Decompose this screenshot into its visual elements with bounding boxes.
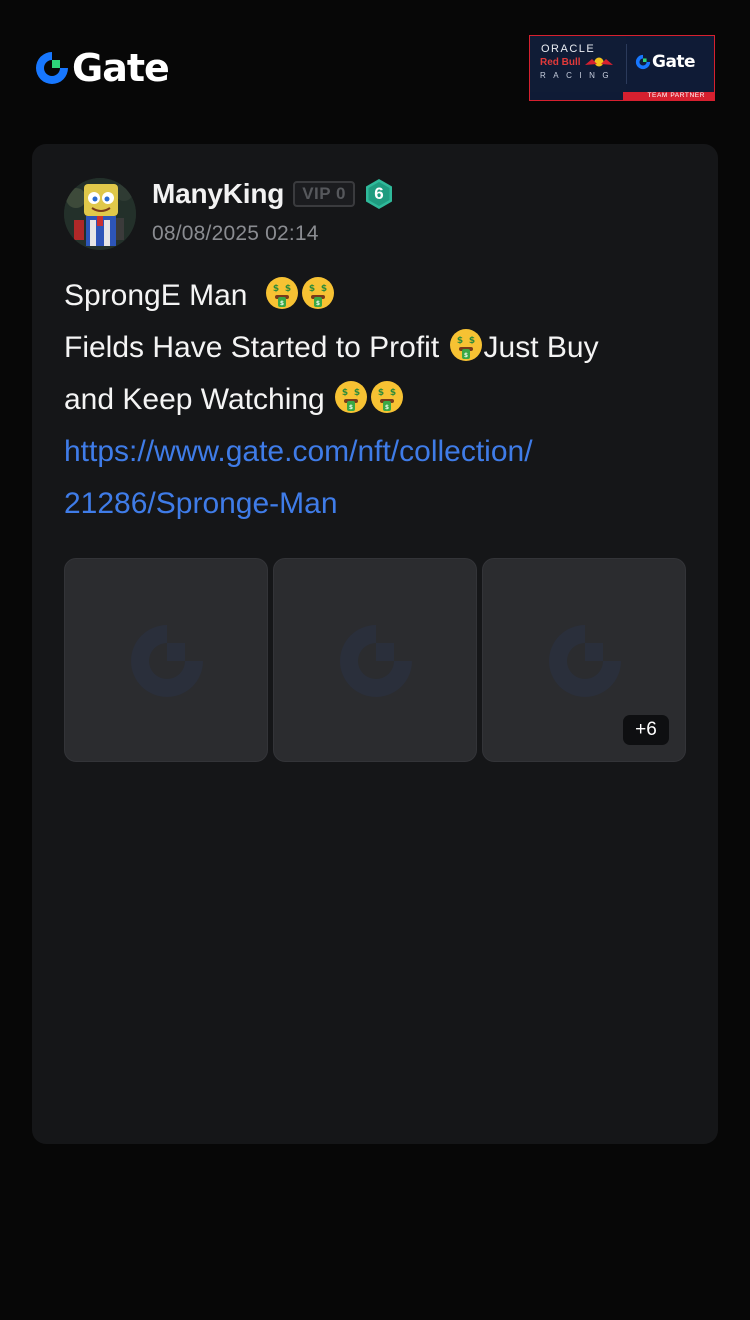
money-mouth-face-icon: $ $$	[449, 329, 482, 361]
oracle-label: ORACLE	[541, 43, 596, 55]
author-row: ManyKing VIP 0 6	[152, 177, 394, 211]
svg-text:$: $	[385, 404, 389, 411]
partner-divider	[626, 44, 627, 84]
gallery-image-2[interactable]	[273, 558, 477, 762]
money-mouth-face-icon: $ $$	[371, 381, 404, 413]
money-mouth-face-icon: $ $$	[335, 381, 368, 413]
link-line-1: https://www.gate.com/nft/collection/	[64, 435, 533, 468]
racing-label: RACING	[540, 71, 617, 80]
svg-text:$: $	[342, 388, 348, 398]
more-images-count[interactable]: +6	[623, 715, 669, 745]
post-text-2: Fields Have Started to Profit	[64, 331, 440, 364]
gate-placeholder-icon	[549, 625, 621, 697]
post-line-2: Fields Have Started to Profit $ $ $ Just Bu…	[64, 322, 684, 374]
redbull-bulls-icon	[585, 57, 613, 67]
post-body: SprongE Man $ $ $ $ $ $ Fields Have Started t…	[64, 270, 684, 530]
partner-gate-text: Gate	[652, 52, 696, 72]
partner-gate-logo: Gate	[635, 52, 696, 72]
gate-logo-icon	[36, 52, 68, 84]
header: Gate ORACLE Red Bull RACING Gate TEAM PA…	[0, 0, 750, 130]
gate-placeholder-icon	[340, 625, 412, 697]
nft-collection-link[interactable]: https://www.gate.com/nft/collection/ 212…	[64, 426, 684, 530]
money-mouth-face-icon: $ $$	[266, 277, 299, 309]
post-timestamp: 08/08/2025 02:14	[152, 222, 319, 245]
svg-text:$: $	[316, 300, 320, 307]
avatar[interactable]	[64, 178, 136, 250]
svg-text:$: $	[354, 388, 360, 398]
avatar-image	[64, 178, 136, 250]
logo-text: Gate	[72, 46, 170, 90]
author-name[interactable]: ManyKing	[152, 178, 284, 210]
level-value: 6	[374, 184, 384, 203]
money-mouth-face-icon: $ $$	[302, 277, 335, 309]
level-badge: 6	[364, 178, 394, 210]
svg-text:$: $	[273, 284, 279, 294]
svg-text:$: $	[378, 388, 384, 398]
post-card: ManyKing VIP 0 6 08/08/2025 02:14 Sprong…	[32, 144, 718, 1144]
post-text-3: Just Buy	[483, 331, 599, 364]
post-text-4: and Keep Watching	[64, 383, 325, 416]
svg-text:$: $	[456, 336, 462, 346]
svg-text:$: $	[309, 284, 315, 294]
post-line-3: and Keep Watching $ $ $ $ $ $	[64, 374, 684, 426]
svg-text:$: $	[463, 352, 467, 359]
gate-logo[interactable]: Gate	[34, 46, 170, 90]
team-partner-label: TEAM PARTNER	[647, 92, 705, 99]
oracle-redbull-partner-badge[interactable]: ORACLE Red Bull RACING Gate TEAM PARTNER	[529, 35, 715, 101]
gate-placeholder-icon	[131, 625, 203, 697]
svg-text:$: $	[349, 404, 353, 411]
svg-text:$: $	[280, 300, 284, 307]
image-gallery: +6	[64, 558, 686, 762]
redbull-label: Red Bull	[540, 57, 581, 68]
vip-badge: VIP 0	[293, 181, 355, 207]
svg-text:$: $	[390, 388, 396, 398]
post-line-1: SprongE Man $ $ $ $ $ $	[64, 270, 684, 322]
page: Gate ORACLE Red Bull RACING Gate TEAM PA…	[0, 0, 750, 1320]
svg-text:$: $	[285, 284, 291, 294]
link-line-2: 21286/Sprongе-Man	[64, 487, 338, 520]
gallery-image-3[interactable]: +6	[482, 558, 686, 762]
post-text-1: SprongE Man	[64, 279, 248, 312]
svg-text:$: $	[468, 336, 474, 346]
gate-mini-icon	[635, 54, 651, 70]
svg-text:$: $	[321, 284, 327, 294]
gallery-image-1[interactable]	[64, 558, 268, 762]
